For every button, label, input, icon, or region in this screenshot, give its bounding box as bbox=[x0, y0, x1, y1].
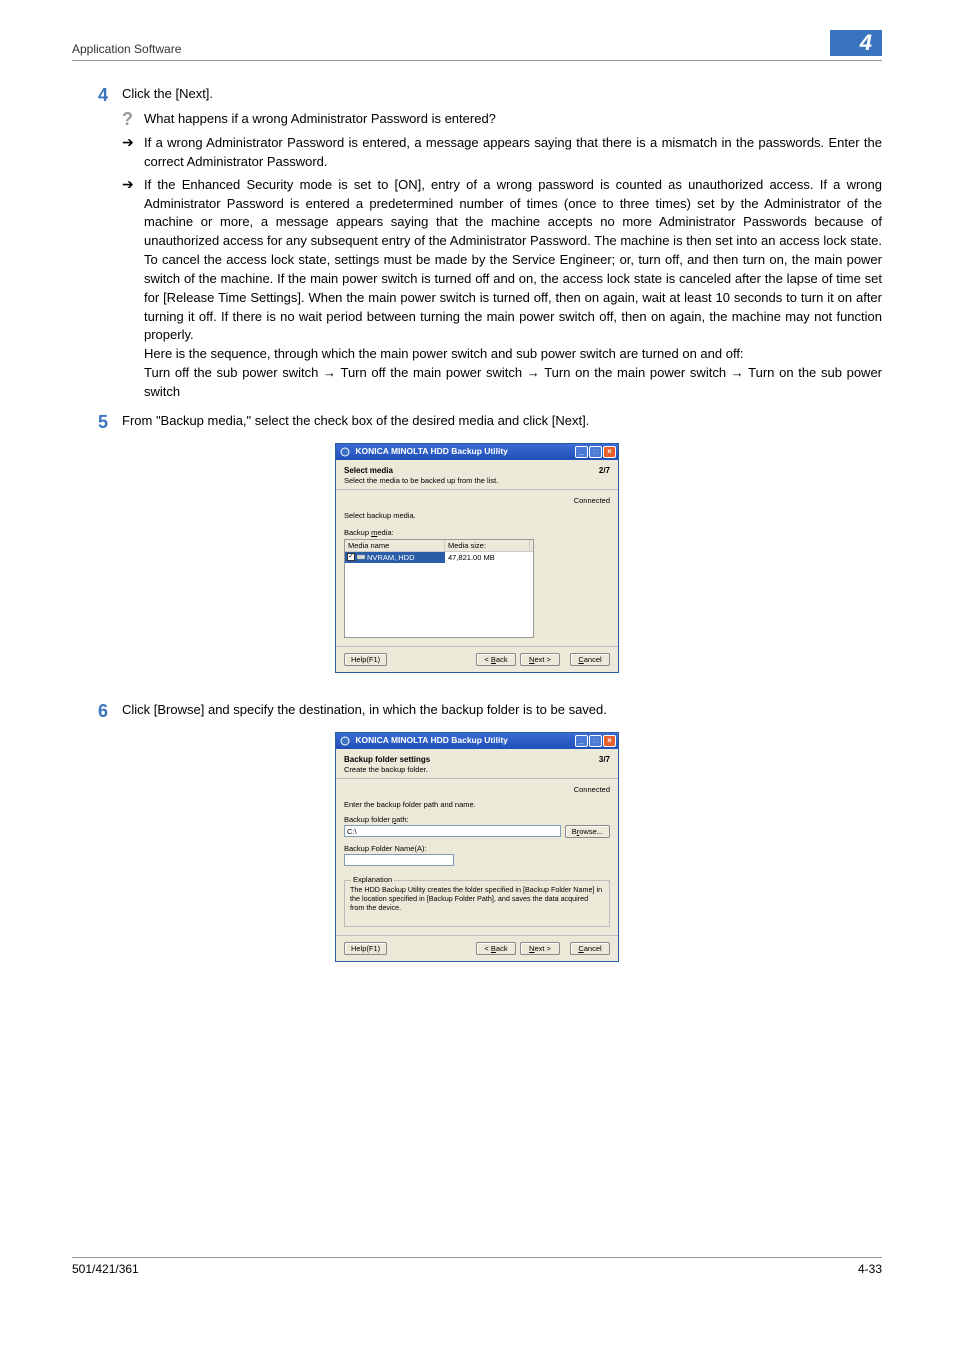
explanation-text: The HDD Backup Utility creates the folde… bbox=[350, 885, 604, 912]
step-number: 5 bbox=[98, 412, 108, 432]
question-text: What happens if a wrong Administrator Pa… bbox=[144, 110, 882, 129]
window-title: KONICA MINOLTA HDD Backup Utility bbox=[355, 735, 508, 745]
minimize-button[interactable]: _ bbox=[575, 735, 588, 747]
maximize-button: □ bbox=[589, 735, 602, 747]
titlebar: KONICA MINOLTA HDD Backup Utility _ □ × bbox=[336, 733, 618, 749]
answer-text-1: If a wrong Administrator Password is ent… bbox=[144, 134, 882, 172]
step-5: 5 From "Backup media," select the check … bbox=[72, 412, 882, 433]
media-list[interactable]: Media name Media size: ✓ NVRAM, HDD 47,8… bbox=[344, 539, 534, 638]
close-button[interactable]: × bbox=[603, 446, 616, 458]
next-button[interactable]: Next > bbox=[520, 653, 560, 666]
dialog-subheading: Select the media to be backed up from th… bbox=[344, 476, 498, 485]
back-button[interactable]: < Back bbox=[476, 942, 516, 955]
page-indicator: 2/7 bbox=[599, 466, 610, 485]
folder-name-input[interactable] bbox=[344, 854, 454, 866]
answer-row-2: ➔ If the Enhanced Security mode is set t… bbox=[72, 176, 882, 402]
app-icon bbox=[340, 736, 350, 746]
help-button[interactable]: Help(F1) bbox=[344, 653, 387, 666]
maximize-button: □ bbox=[589, 446, 602, 458]
step-text: Click [Browse] and specify the destinati… bbox=[122, 701, 882, 720]
connected-status: Connected bbox=[344, 496, 610, 505]
dialog-heading: Select media bbox=[344, 466, 498, 475]
explanation-legend: Explanation bbox=[351, 875, 394, 884]
back-button[interactable]: < Back bbox=[476, 653, 516, 666]
page-indicator: 3/7 bbox=[599, 755, 610, 774]
step-6: 6 Click [Browse] and specify the destina… bbox=[72, 701, 882, 722]
path-input[interactable]: C:\ bbox=[344, 825, 561, 837]
close-button[interactable]: × bbox=[603, 735, 616, 747]
column-media-name: Media name bbox=[345, 540, 445, 551]
explanation-fieldset: Explanation The HDD Backup Utility creat… bbox=[344, 880, 610, 927]
media-row[interactable]: ✓ NVRAM, HDD 47,821.00 MB bbox=[345, 552, 533, 637]
arrow-icon: ➔ bbox=[122, 176, 134, 192]
browse-button[interactable]: Browse... bbox=[565, 825, 610, 838]
connected-status: Connected bbox=[344, 785, 610, 794]
step-number: 4 bbox=[98, 85, 108, 105]
select-media-label: Select backup media. bbox=[344, 511, 610, 520]
window-title: KONICA MINOLTA HDD Backup Utility bbox=[355, 446, 508, 456]
enter-path-label: Enter the backup folder path and name. bbox=[344, 800, 610, 809]
path-label: Backup folder path: bbox=[344, 815, 610, 824]
step-text: Click the [Next]. bbox=[122, 85, 882, 104]
titlebar: KONICA MINOLTA HDD Backup Utility _ □ × bbox=[336, 444, 618, 460]
dialog-backup-folder: KONICA MINOLTA HDD Backup Utility _ □ × … bbox=[335, 732, 619, 962]
arrow-icon: ➔ bbox=[122, 134, 134, 150]
column-media-size: Media size: bbox=[445, 540, 530, 551]
help-button[interactable]: Help(F1) bbox=[344, 942, 387, 955]
dialog-subheading: Create the backup folder. bbox=[344, 765, 430, 774]
page-footer: 501/421/361 4-33 bbox=[72, 1257, 882, 1276]
dialog-heading: Backup folder settings bbox=[344, 755, 430, 764]
question-icon: ? bbox=[122, 109, 133, 129]
minimize-button[interactable]: _ bbox=[575, 446, 588, 458]
page-header: Application Software 4 bbox=[72, 30, 882, 61]
answer-row-1: ➔ If a wrong Administrator Password is e… bbox=[72, 134, 882, 172]
app-icon bbox=[340, 447, 350, 457]
cancel-button[interactable]: Cancel bbox=[570, 653, 610, 666]
cancel-button[interactable]: Cancel bbox=[570, 942, 610, 955]
next-button[interactable]: Next > bbox=[520, 942, 560, 955]
drive-icon bbox=[357, 553, 365, 561]
chapter-number: 4 bbox=[830, 30, 882, 56]
backup-media-label: Backup media: bbox=[344, 528, 610, 537]
step-number: 6 bbox=[98, 701, 108, 721]
dialog-select-media: KONICA MINOLTA HDD Backup Utility _ □ × … bbox=[335, 443, 619, 673]
media-checkbox[interactable]: ✓ bbox=[347, 553, 355, 561]
step-4: 4 Click the [Next]. bbox=[72, 85, 882, 106]
step-text: From "Backup media," select the check bo… bbox=[122, 412, 882, 431]
folder-name-label: Backup Folder Name(A): bbox=[344, 844, 610, 853]
section-title: Application Software bbox=[72, 42, 181, 56]
media-size: 47,821.00 MB bbox=[445, 552, 498, 563]
media-name: NVRAM, HDD bbox=[367, 553, 415, 562]
footer-right: 4-33 bbox=[858, 1262, 882, 1276]
answer-text-2: If the Enhanced Security mode is set to … bbox=[144, 176, 882, 402]
footer-left: 501/421/361 bbox=[72, 1262, 139, 1276]
question-row: ? What happens if a wrong Administrator … bbox=[72, 110, 882, 130]
